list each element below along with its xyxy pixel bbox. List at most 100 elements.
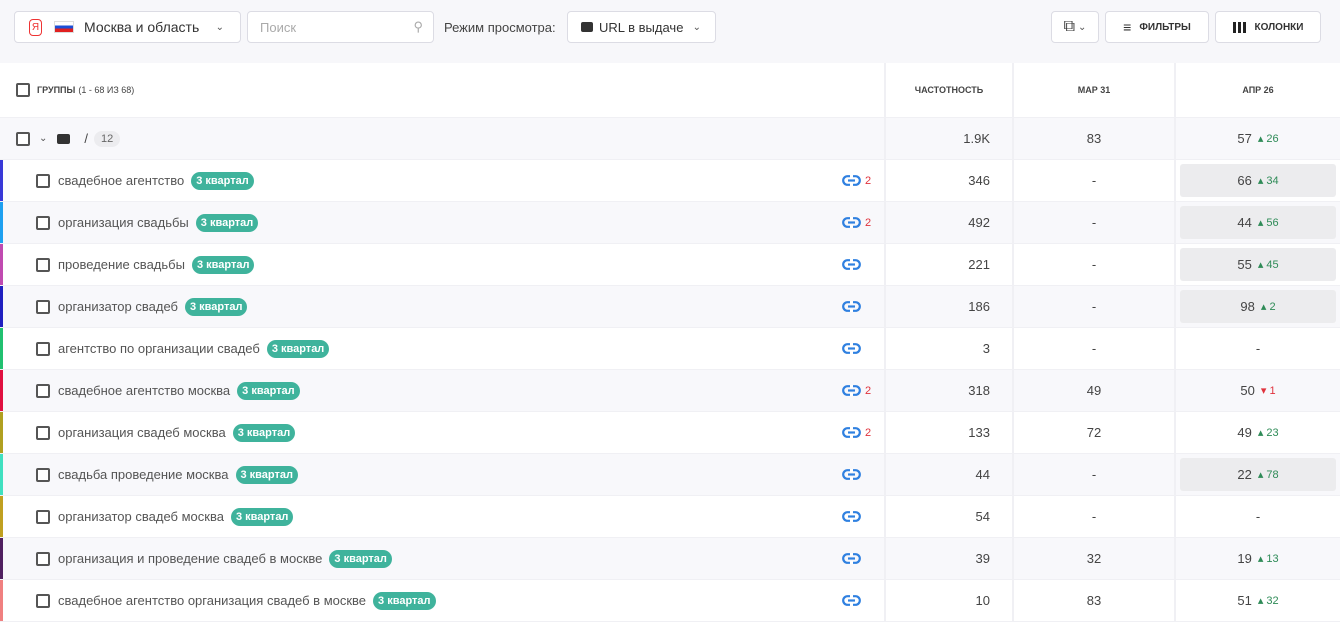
url-link[interactable] xyxy=(842,595,861,606)
table-row: свадебное агентство москва 3 квартал 2 3… xyxy=(0,370,1340,412)
tag-badge[interactable]: 3 квартал xyxy=(232,423,296,442)
mar-position: 32 xyxy=(1086,551,1102,566)
folder-icon xyxy=(581,22,593,32)
link-icon xyxy=(842,427,861,438)
row-checkbox[interactable] xyxy=(36,551,50,566)
link-icon xyxy=(842,343,861,354)
link-icon xyxy=(842,301,861,312)
url-link[interactable]: 2 xyxy=(842,175,871,187)
columns-label: КОЛОНКИ xyxy=(1254,21,1304,33)
keyword-text: проведение свадьбы xyxy=(58,257,185,272)
url-link[interactable] xyxy=(842,511,861,522)
table-row: организация свадеб москва 3 квартал 2 13… xyxy=(0,412,1340,454)
apr-position: 19 xyxy=(1237,551,1252,566)
columns-button[interactable]: КОЛОНКИ xyxy=(1215,11,1321,43)
url-count: 2 xyxy=(865,174,872,187)
mar-position: - xyxy=(1091,257,1097,272)
group-color-stripe xyxy=(0,160,3,201)
row-checkbox[interactable] xyxy=(36,467,50,482)
url-link[interactable] xyxy=(842,553,861,564)
row-checkbox[interactable] xyxy=(36,425,50,440)
copy-button[interactable]: ⧉ ⌄ xyxy=(1051,11,1099,43)
frequency-value: 10 xyxy=(975,593,990,608)
group-frequency: 1.9K xyxy=(963,131,990,146)
link-icon xyxy=(842,511,861,522)
keyword-text: свадьба проведение москва xyxy=(58,467,229,482)
table-row: организация и проведение свадеб в москве… xyxy=(0,538,1340,580)
row-checkbox[interactable] xyxy=(36,341,50,356)
url-link[interactable] xyxy=(842,301,861,312)
tag-badge[interactable]: 3 квартал xyxy=(191,255,255,274)
row-checkbox[interactable] xyxy=(36,173,50,188)
table-row: организатор свадеб москва 3 квартал 54 -… xyxy=(0,496,1340,538)
mar-position: - xyxy=(1091,341,1097,356)
table-row: свадебное агентство 3 квартал 2 346 - 66… xyxy=(0,160,1340,202)
mar-header[interactable]: МАР 31 xyxy=(1014,63,1176,117)
group-color-stripe xyxy=(0,286,3,327)
row-checkbox[interactable] xyxy=(36,215,50,230)
apr-header[interactable]: АПР 26 xyxy=(1176,63,1340,117)
group-color-stripe xyxy=(0,454,3,495)
row-checkbox[interactable] xyxy=(36,383,50,398)
tag-badge[interactable]: 3 квартал xyxy=(237,381,300,400)
tag-badge[interactable]: 3 квартал xyxy=(191,171,254,190)
tag-badge[interactable]: 3 квартал xyxy=(373,591,436,610)
group-checkbox[interactable] xyxy=(16,131,30,146)
keyword-text: организация свадеб москва xyxy=(58,425,226,440)
keyword-text: свадебное агентство xyxy=(58,173,185,188)
apr-position: 22 xyxy=(1237,467,1252,482)
chevron-down-icon[interactable]: ⌄ xyxy=(39,133,47,144)
url-link[interactable]: 2 xyxy=(842,385,871,397)
url-count: 2 xyxy=(865,216,872,229)
select-all-checkbox[interactable] xyxy=(16,83,30,97)
russia-flag-icon xyxy=(54,21,74,33)
url-link[interactable] xyxy=(842,259,861,270)
mar-position: 72 xyxy=(1086,425,1102,440)
filter-icon: ≡ xyxy=(1123,19,1132,35)
tag-badge[interactable]: 3 квартал xyxy=(266,339,330,358)
keyword-text: организатор свадеб москва xyxy=(58,509,224,524)
search-input[interactable]: Поиск ⚲ xyxy=(247,11,434,43)
url-link[interactable]: 2 xyxy=(842,427,871,439)
keyword-text: организатор свадеб xyxy=(58,299,178,314)
mar-position: 83 xyxy=(1086,593,1102,608)
frequency-value: 44 xyxy=(975,467,990,482)
yandex-icon: Я xyxy=(29,18,42,36)
view-mode-select[interactable]: URL в выдаче ⌄ xyxy=(567,11,716,43)
toolbar: Я Москва и область ⌄ Поиск ⚲ Режим просм… xyxy=(0,0,1340,62)
tag-badge[interactable]: 3 квартал xyxy=(230,507,294,526)
row-checkbox[interactable] xyxy=(36,257,50,272)
row-checkbox[interactable] xyxy=(36,593,50,608)
apr-position: 44 xyxy=(1237,215,1252,230)
row-checkbox[interactable] xyxy=(36,299,50,314)
group-row: ⌄ / 12 1.9K 83 57 ▴ 26 xyxy=(0,118,1340,160)
position-change: ▴ 23 xyxy=(1257,427,1279,439)
apr-header-label: АПР 26 xyxy=(1242,85,1274,95)
row-checkbox[interactable] xyxy=(36,509,50,524)
tag-badge[interactable]: 3 квартал xyxy=(235,465,298,484)
apr-position: 50 xyxy=(1240,383,1255,398)
tag-badge[interactable]: 3 квартал xyxy=(195,213,259,232)
mar-position: - xyxy=(1091,299,1097,314)
frequency-value: 186 xyxy=(968,299,990,314)
frequency-header[interactable]: ЧАСТОТНОСТЬ xyxy=(886,63,1014,117)
folder-icon xyxy=(57,133,71,144)
frequency-header-label: ЧАСТОТНОСТЬ xyxy=(914,85,984,95)
position-change: ▴ 45 xyxy=(1257,259,1279,271)
link-icon xyxy=(842,217,861,228)
apr-position: 49 xyxy=(1237,425,1252,440)
groups-range: (1 - 68 ИЗ 68) xyxy=(78,85,135,95)
url-link[interactable] xyxy=(842,343,861,354)
group-color-stripe xyxy=(0,580,3,621)
mar-position: - xyxy=(1091,509,1097,524)
mar-position: 49 xyxy=(1086,383,1102,398)
tag-badge[interactable]: 3 квартал xyxy=(329,549,392,568)
mar-position: - xyxy=(1091,215,1097,230)
group-color-stripe xyxy=(0,538,3,579)
url-link[interactable] xyxy=(842,469,861,480)
frequency-value: 54 xyxy=(975,509,990,524)
tag-badge[interactable]: 3 квартал xyxy=(184,297,248,316)
region-select[interactable]: Я Москва и область ⌄ xyxy=(14,11,241,43)
url-link[interactable]: 2 xyxy=(842,217,871,229)
filters-button[interactable]: ≡ ФИЛЬТРЫ xyxy=(1105,11,1209,43)
